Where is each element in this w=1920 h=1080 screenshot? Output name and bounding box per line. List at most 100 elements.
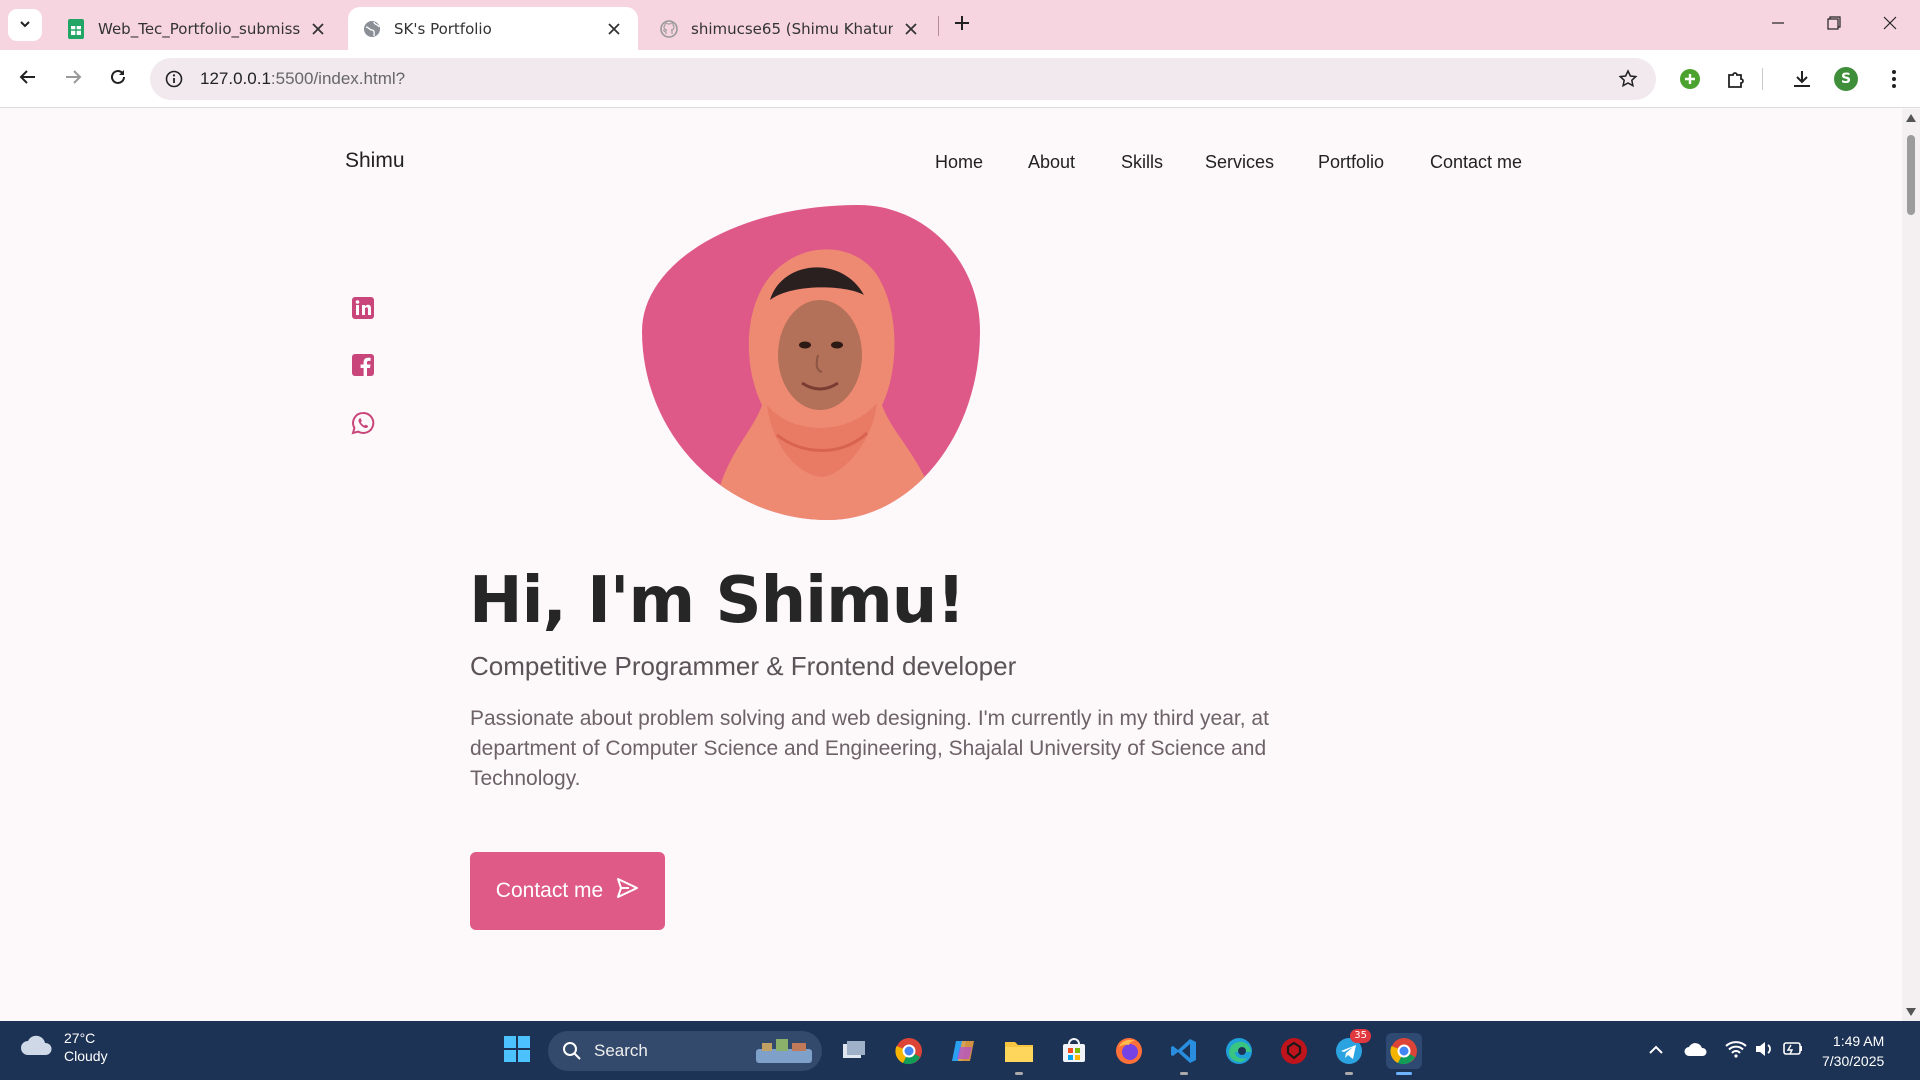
running-indicator [1180, 1072, 1188, 1075]
chrome-active-icon[interactable] [1386, 1033, 1422, 1075]
plus-icon [954, 15, 970, 35]
close-icon[interactable] [604, 19, 624, 39]
chrome-icon[interactable] [891, 1033, 927, 1069]
sheets-icon [66, 18, 86, 39]
telegram-icon[interactable]: 35 [1331, 1029, 1371, 1075]
profile-avatar[interactable]: S [1834, 67, 1858, 91]
url-host: 127.0.0.1 [200, 69, 271, 88]
tab-search-button[interactable] [8, 9, 42, 41]
extensions-puzzle-icon[interactable] [1722, 65, 1750, 93]
weather-widget[interactable]: 27°C Cloudy [20, 1029, 108, 1065]
globe-icon [362, 19, 382, 39]
page-scrollbar[interactable] [1902, 109, 1920, 1021]
reload-icon [109, 68, 127, 90]
battery-icon[interactable] [1778, 1035, 1806, 1063]
tab-github[interactable]: shimucse65 (Shimu Khatun) [645, 7, 935, 50]
taskbar-search[interactable]: Search [548, 1031, 822, 1071]
copilot-icon[interactable] [946, 1033, 982, 1069]
arrow-left-icon [19, 68, 37, 90]
close-icon[interactable] [901, 19, 921, 39]
url-text: 127.0.0.1:5500/index.html? [200, 69, 405, 89]
start-button[interactable] [499, 1033, 535, 1069]
running-indicator [1345, 1072, 1353, 1075]
minimize-icon [1771, 15, 1785, 34]
microsoft-store-icon[interactable] [1056, 1033, 1092, 1069]
security-app-icon[interactable] [1276, 1033, 1312, 1069]
address-bar[interactable]: 127.0.0.1:5500/index.html? [150, 58, 1656, 100]
contact-me-button[interactable]: Contact me [470, 852, 665, 930]
search-label: Search [594, 1041, 648, 1060]
tab-title: shimucse65 (Shimu Khatun) [691, 19, 893, 38]
close-icon[interactable] [308, 19, 328, 39]
hero-title: Hi, I'm Shimu! [469, 564, 965, 638]
wifi-icon[interactable] [1722, 1035, 1750, 1063]
tab-title: SK's Portfolio [394, 19, 492, 38]
contact-button-label: Contact me [495, 879, 604, 902]
site-info-icon[interactable] [162, 67, 186, 91]
scroll-up-icon[interactable] [1906, 113, 1916, 123]
chevron-up-icon[interactable] [1642, 1035, 1670, 1063]
hero-description: Passionate about problem solving and web… [470, 707, 1269, 790]
task-view-icon[interactable] [836, 1033, 872, 1069]
running-indicator [1015, 1072, 1023, 1075]
browser-toolbar: 127.0.0.1:5500/index.html? S [0, 50, 1920, 108]
url-path: :5500/index.html? [270, 69, 406, 88]
facebook-icon[interactable] [350, 352, 376, 378]
whatsapp-icon[interactable] [350, 410, 376, 436]
nav-skills[interactable]: Skills [1121, 152, 1163, 173]
vscode-icon[interactable] [1166, 1033, 1202, 1075]
tab-strip: Web_Tec_Portfolio_submission SK's Portfo… [0, 0, 1920, 50]
clock-time: 1:49 AM [1832, 1033, 1885, 1049]
scroll-down-icon[interactable] [1906, 1007, 1916, 1017]
nav-about[interactable]: About [1028, 152, 1075, 173]
nav-portfolio[interactable]: Portfolio [1318, 152, 1384, 173]
weather-desc: Cloudy [64, 1048, 108, 1064]
search-highlight-icon [752, 1035, 816, 1071]
active-indicator [1396, 1072, 1412, 1075]
search-icon [562, 1041, 582, 1061]
edge-icon[interactable] [1221, 1033, 1257, 1069]
tab-sks-portfolio[interactable]: SK's Portfolio [348, 7, 638, 50]
site-logo[interactable]: Shimu [345, 149, 405, 173]
nav-home[interactable]: Home [935, 152, 983, 173]
bookmark-star-icon[interactable] [1616, 67, 1640, 91]
arrow-right-icon [64, 68, 82, 90]
minimize-button[interactable] [1750, 0, 1806, 48]
system-clock[interactable]: 1:49 AM 7/30/2025 [1822, 1031, 1884, 1071]
volume-icon[interactable] [1750, 1035, 1778, 1063]
profile-photo [642, 205, 980, 520]
forward-button[interactable] [55, 61, 91, 97]
windows-icon [503, 1035, 531, 1067]
more-menu-icon[interactable] [1880, 65, 1908, 93]
extension-add-icon[interactable] [1676, 65, 1704, 93]
close-icon [1883, 15, 1897, 34]
file-explorer-icon[interactable] [1001, 1033, 1037, 1075]
notification-badge: 35 [1350, 1029, 1371, 1043]
nav-services[interactable]: Services [1205, 152, 1274, 173]
weather-temp: 27°C [64, 1030, 96, 1046]
clock-date: 7/30/2025 [1822, 1053, 1885, 1069]
hero-subtitle: Competitive Programmer & Frontend develo… [470, 651, 1017, 681]
tab-web-tec-portfolio[interactable]: Web_Tec_Portfolio_submission [52, 7, 342, 50]
cloud-icon [20, 1033, 54, 1061]
firefox-icon[interactable] [1111, 1033, 1147, 1069]
back-button[interactable] [10, 61, 46, 97]
restore-icon [1827, 15, 1841, 34]
toolbar-divider [1762, 68, 1763, 90]
restore-button[interactable] [1806, 0, 1862, 48]
downloads-icon[interactable] [1788, 65, 1816, 93]
onedrive-icon[interactable] [1682, 1035, 1710, 1063]
send-icon [615, 876, 639, 906]
scrollbar-thumb[interactable] [1907, 135, 1915, 215]
tab-title: Web_Tec_Portfolio_submission [98, 19, 300, 38]
reload-button[interactable] [100, 61, 136, 97]
page-viewport: Shimu Home About Skills Services Portfol… [0, 109, 1920, 1021]
new-tab-button[interactable] [948, 11, 976, 39]
tab-divider [938, 16, 939, 36]
taskbar: 27°C Cloudy Search 35 1:49 AM 7/30/2025 [0, 1021, 1920, 1080]
github-icon [659, 19, 679, 39]
nav-contact[interactable]: Contact me [1430, 152, 1522, 173]
linkedin-icon[interactable] [350, 295, 376, 321]
chevron-down-icon [18, 16, 32, 35]
close-window-button[interactable] [1862, 0, 1918, 48]
